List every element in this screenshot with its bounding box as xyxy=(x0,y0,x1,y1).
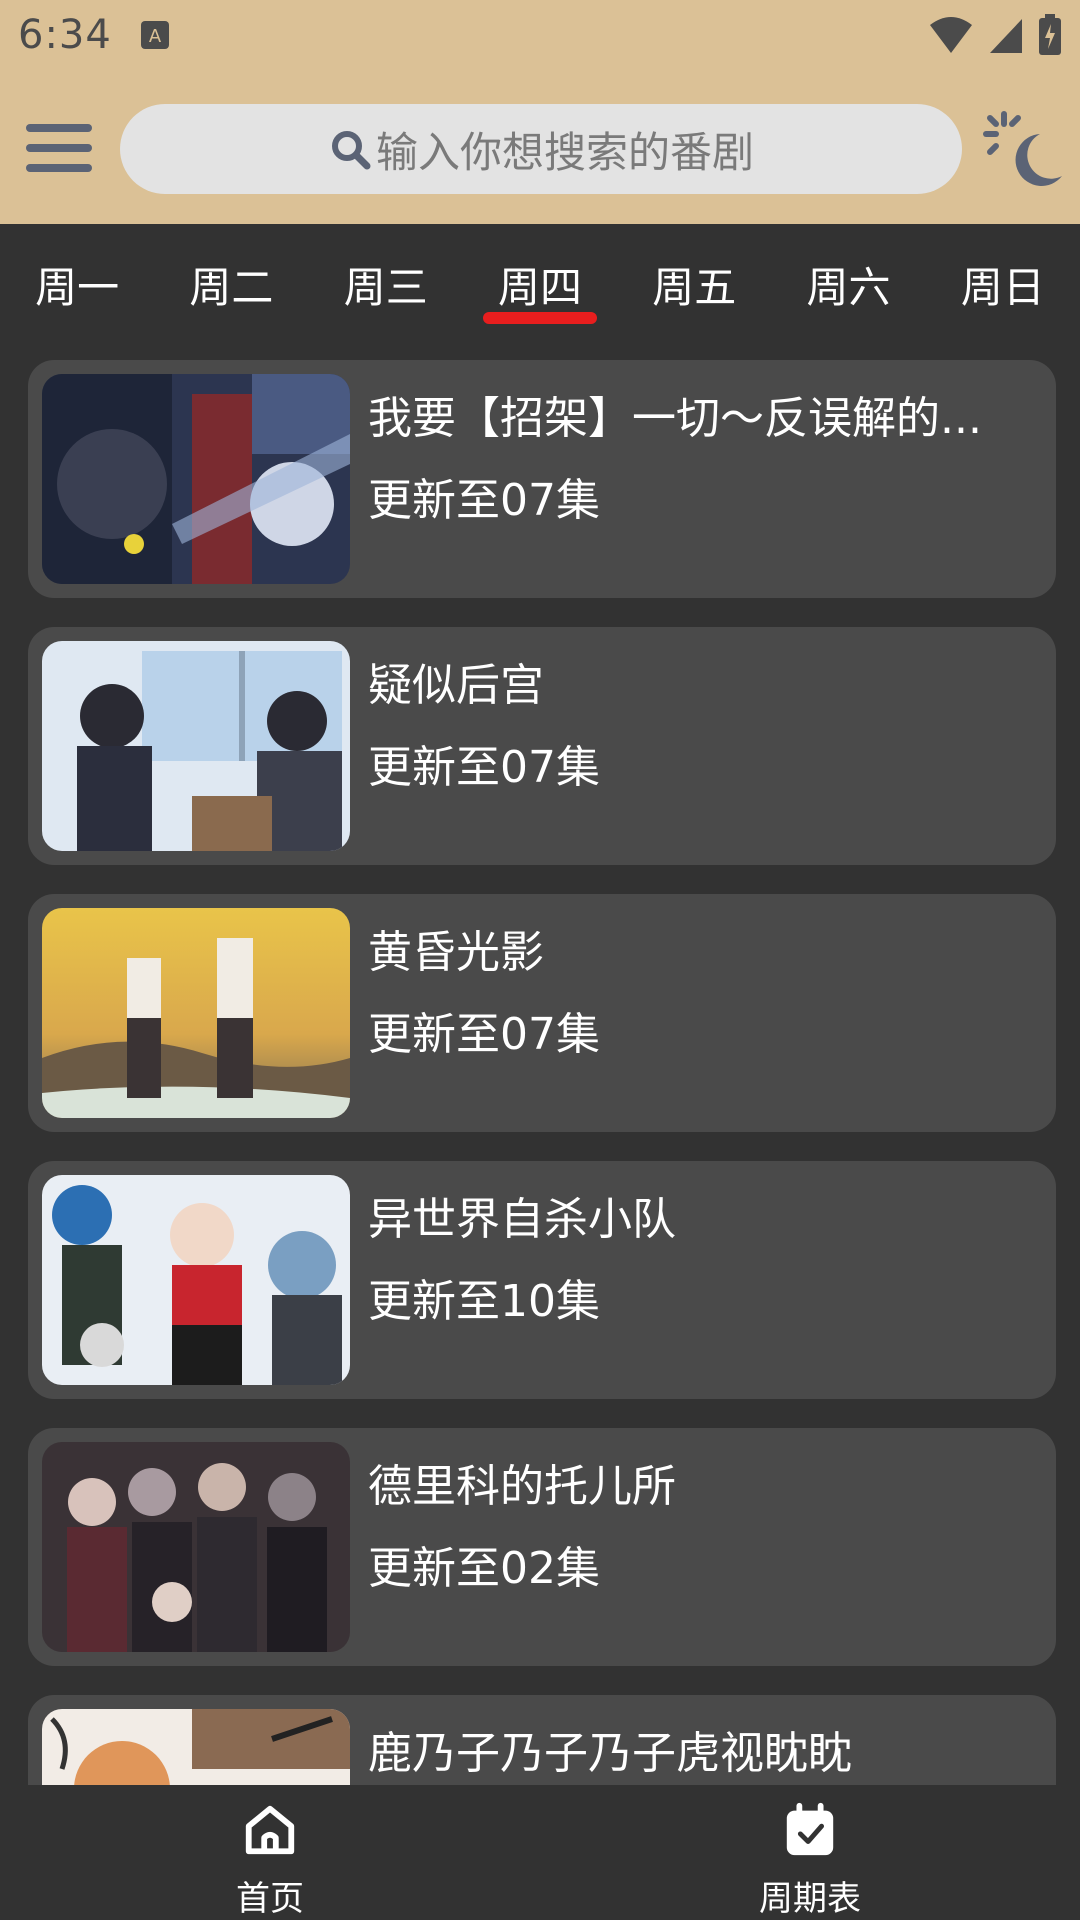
show-cover-image xyxy=(42,1442,350,1652)
show-title: 我要【招架】一切～反误解的... xyxy=(368,393,982,444)
tab-thursday[interactable]: 周四 xyxy=(463,224,617,328)
status-bar: 6:34 A xyxy=(0,0,1080,72)
nav-home[interactable]: 首页 xyxy=(0,1785,540,1920)
tab-monday[interactable]: 周一 xyxy=(0,224,154,328)
show-title: 疑似后宫 xyxy=(368,660,544,711)
show-title: 黄昏光影 xyxy=(368,927,544,978)
bottom-navigation: 首页 周期表 xyxy=(0,1785,1080,1920)
keyboard-notification-icon: A xyxy=(141,21,169,49)
tab-friday[interactable]: 周五 xyxy=(617,224,771,328)
show-episode: 更新至07集 xyxy=(368,475,600,526)
signal-icon xyxy=(990,19,1022,53)
status-icons xyxy=(928,14,1062,56)
search-placeholder: 输入你想搜索的番剧 xyxy=(375,127,754,177)
show-card[interactable]: 疑似后宫 更新至07集 xyxy=(28,627,1056,865)
active-tab-indicator xyxy=(482,312,597,324)
home-icon xyxy=(245,1805,295,1855)
show-cover-image xyxy=(42,374,350,584)
show-card[interactable]: 异世界自杀小队 更新至10集 xyxy=(28,1161,1056,1399)
show-card[interactable]: 鹿乃子乃子乃子虎视眈眈 xyxy=(28,1695,1056,1785)
show-cover-image xyxy=(42,908,350,1118)
sun-moon-theme-icon[interactable] xyxy=(982,110,1064,192)
show-episode: 更新至07集 xyxy=(368,742,600,793)
tab-wednesday[interactable]: 周三 xyxy=(309,224,463,328)
show-card[interactable]: 德里科的托儿所 更新至02集 xyxy=(28,1428,1056,1666)
show-cover-image xyxy=(42,641,350,851)
show-title: 鹿乃子乃子乃子虎视眈眈 xyxy=(368,1728,852,1779)
tab-tuesday[interactable]: 周二 xyxy=(154,224,308,328)
nav-schedule[interactable]: 周期表 xyxy=(540,1785,1080,1920)
calendar-check-icon xyxy=(786,1802,834,1856)
app-header: 6:34 A 输入你想搜索的番剧 xyxy=(0,0,1080,224)
show-episode: 更新至07集 xyxy=(368,1009,600,1060)
svg-text:A: A xyxy=(149,26,162,47)
show-cover-image xyxy=(42,1175,350,1385)
battery-icon xyxy=(1039,14,1061,55)
show-title: 异世界自杀小队 xyxy=(368,1194,676,1245)
show-title: 德里科的托儿所 xyxy=(368,1461,676,1512)
show-card[interactable]: 黄昏光影 更新至07集 xyxy=(28,894,1056,1132)
show-episode: 更新至02集 xyxy=(368,1543,600,1594)
status-time: 6:34 xyxy=(18,12,112,58)
app-bar: 输入你想搜索的番剧 xyxy=(0,100,1080,200)
show-cover-image xyxy=(42,1709,350,1785)
tab-saturday[interactable]: 周六 xyxy=(771,224,925,328)
tab-sunday[interactable]: 周日 xyxy=(926,224,1080,328)
nav-home-label: 首页 xyxy=(236,1879,304,1919)
nav-schedule-label: 周期表 xyxy=(759,1879,861,1919)
hamburger-menu-icon[interactable] xyxy=(26,118,94,178)
weekday-tabs: 周一 周二 周三 周四 周五 周六 周日 xyxy=(0,224,1080,328)
search-input[interactable]: 输入你想搜索的番剧 xyxy=(120,104,962,194)
search-icon xyxy=(331,131,371,170)
wifi-icon xyxy=(930,17,972,53)
show-card[interactable]: 我要【招架】一切～反误解的... 更新至07集 xyxy=(28,360,1056,598)
show-list: 我要【招架】一切～反误解的... 更新至07集 疑似后宫 更新至07集 黄昏光影… xyxy=(0,360,1080,1785)
show-episode: 更新至10集 xyxy=(368,1276,600,1327)
